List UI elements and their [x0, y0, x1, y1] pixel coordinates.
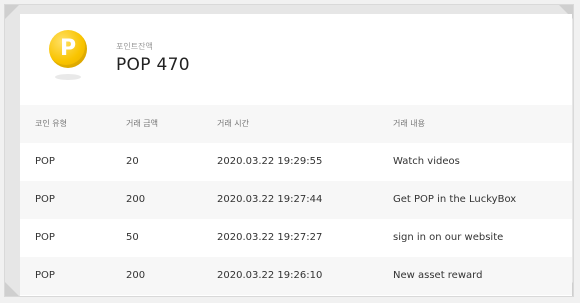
- coin-icon: P: [49, 30, 87, 82]
- cell-amount: 200: [126, 194, 146, 205]
- cell-coin-type: POP: [35, 156, 55, 167]
- table-row: POP 200 2020.03.22 19:26:10 New asset re…: [20, 257, 572, 295]
- cell-coin-type: POP: [35, 194, 55, 205]
- cell-time: 2020.03.22 19:27:44: [217, 194, 323, 205]
- cell-description: New asset reward: [393, 270, 483, 281]
- cell-description: sign in on our website: [393, 232, 504, 243]
- corner-decoration: [5, 5, 19, 19]
- header-coin-type: 코인 유형: [35, 119, 67, 128]
- header-time: 거래 시간: [217, 119, 249, 128]
- cell-amount: 50: [126, 232, 139, 243]
- header-amount: 거래 금액: [126, 119, 158, 128]
- cell-amount: 20: [126, 156, 139, 167]
- cell-amount: 200: [126, 270, 146, 281]
- cell-time: 2020.03.22 19:27:27: [217, 232, 323, 243]
- cell-coin-type: POP: [35, 232, 55, 243]
- balance-header: P 포인트잔액 POP 470: [20, 14, 572, 105]
- table-header-row: 코인 유형 거래 금액 거래 시간 거래 내용: [20, 105, 572, 143]
- corner-decoration: [5, 282, 19, 296]
- cell-coin-type: POP: [35, 270, 55, 281]
- coin-letter: P: [59, 36, 77, 61]
- outer-frame: P 포인트잔액 POP 470 코인 유형 거래 금액 거래 시간 거래 내용 …: [4, 4, 574, 297]
- points-card: P 포인트잔액 POP 470 코인 유형 거래 금액 거래 시간 거래 내용 …: [20, 14, 572, 296]
- table-row: POP 50 2020.03.22 19:27:27 sign in on ou…: [20, 219, 572, 257]
- coin-shadow: [55, 74, 81, 80]
- cell-time: 2020.03.22 19:26:10: [217, 270, 323, 281]
- balance-value: POP 470: [116, 55, 190, 75]
- cell-time: 2020.03.22 19:29:55: [217, 156, 323, 167]
- cell-description: Watch videos: [393, 156, 460, 167]
- header-description: 거래 내용: [393, 119, 425, 128]
- cell-description: Get POP in the LuckyBox: [393, 194, 517, 205]
- table-row: POP 20 2020.03.22 19:29:55 Watch videos: [20, 143, 572, 181]
- balance-label: 포인트잔액: [116, 42, 153, 51]
- table-row: POP 200 2020.03.22 19:27:44 Get POP in t…: [20, 181, 572, 219]
